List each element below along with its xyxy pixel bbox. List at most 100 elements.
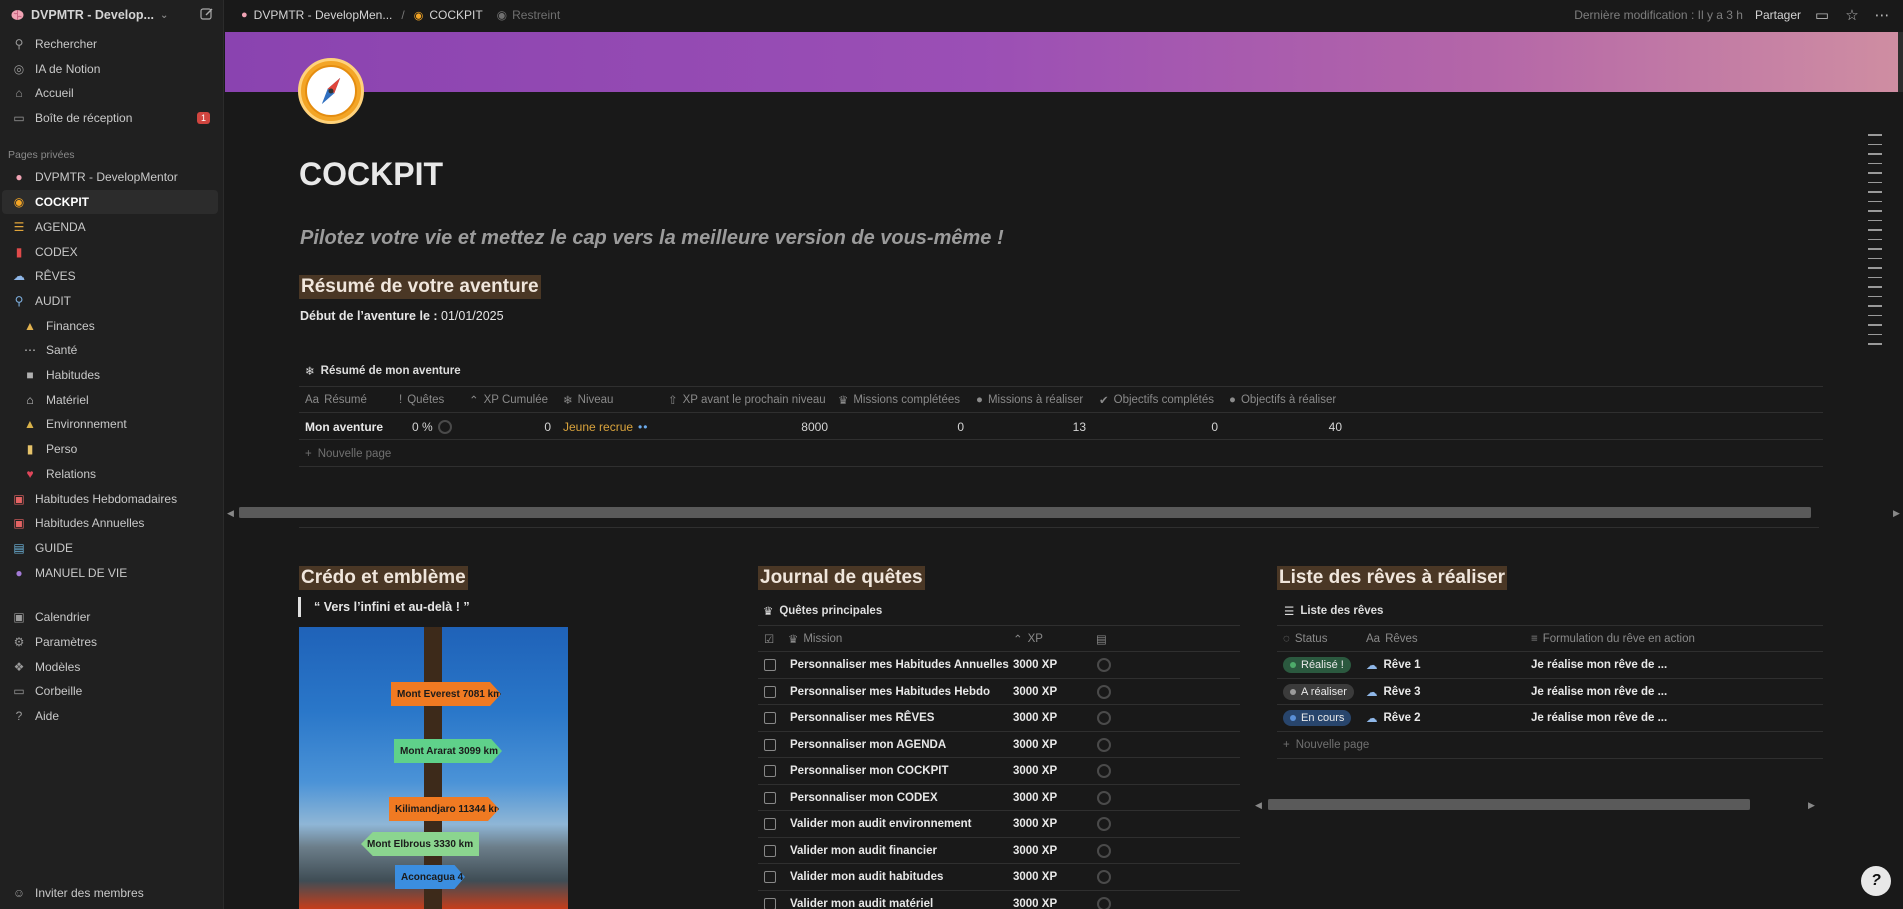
sidebar-item-habitudes-hebdo[interactable]: ▣ Habitudes Hebdomadaires (2, 487, 218, 511)
new-page-button[interactable]: + Nouvelle page (305, 440, 465, 467)
page-title[interactable]: COCKPIT (299, 156, 443, 193)
column-header[interactable]: ! Quêtes (399, 386, 469, 413)
quest-checkbox[interactable] (764, 679, 784, 705)
sidebar-item-perso[interactable]: ▮ Perso (2, 437, 218, 461)
status-badge[interactable]: En cours (1283, 710, 1352, 726)
dreams-horizontal-scrollbar[interactable] (1268, 799, 1750, 810)
checkbox[interactable] (764, 791, 776, 804)
quest-checkbox[interactable] (764, 732, 784, 758)
sidebar-item-calendar[interactable]: ▣ Calendrier (2, 605, 218, 629)
credo-heading[interactable]: Crédo et emblème (299, 566, 468, 590)
quest-checkbox[interactable] (764, 891, 784, 909)
table-row[interactable]: Réalisé ! ☁ Rêve 1 Je réalise mon rêve de .… (1277, 652, 1823, 679)
breadcrumb-cockpit[interactable]: ◉ COCKPIT (414, 8, 483, 22)
column-header[interactable]: ≡ Formulation du rêve en action (1531, 625, 1731, 652)
column-header[interactable]: ❄ Niveau (563, 386, 663, 413)
table-row[interactable]: Personnaliser mes RÊVES 3000 XP (758, 705, 1240, 732)
dreams-heading[interactable]: Liste des rêves à réaliser (1277, 566, 1508, 590)
dream-name[interactable]: ☁ Rêve 2 (1366, 705, 1506, 731)
new-page-row[interactable]: + Nouvelle page (1277, 732, 1823, 759)
quest-mission[interactable]: Personnaliser mon CODEX (790, 785, 1010, 811)
status-badge[interactable]: A réaliser (1283, 683, 1354, 700)
help-button[interactable]: ? (1861, 866, 1891, 896)
table-row[interactable]: Valider mon audit financier 3000 XP (758, 838, 1240, 864)
compass-icon[interactable] (298, 58, 364, 124)
restricted-indicator[interactable]: ◉ Restreint (497, 8, 561, 22)
sidebar-item-templates[interactable]: ❖ Modèles (2, 655, 218, 679)
new-page-row[interactable]: + Nouvelle page (299, 440, 1823, 467)
table-row[interactable]: Personnaliser mon CODEX 3000 XP (758, 785, 1240, 811)
invite-members-button[interactable]: ☺ Inviter des membres (2, 881, 218, 905)
sidebar-item-trash[interactable]: ▭ Corbeille (2, 679, 218, 703)
checkbox-column-header[interactable]: ☑ (764, 625, 784, 652)
quest-checkbox[interactable] (764, 811, 784, 837)
table-of-contents-indicator[interactable] (1868, 134, 1882, 353)
sidebar-item-manuel[interactable]: ● MANUEL DE VIE (2, 561, 218, 585)
share-button[interactable]: Partager (1755, 8, 1801, 22)
column-header[interactable]: ⇧ XP avant le prochain niveau (668, 386, 838, 413)
status-cell[interactable]: Réalisé ! (1283, 652, 1363, 678)
sidebar-item-audit[interactable]: ⚲ AUDIT (2, 289, 218, 313)
checkbox[interactable] (764, 738, 776, 751)
credo-quote[interactable]: “ Vers l’infini et au-delà ! ” (298, 597, 470, 617)
scroll-right-icon[interactable]: ▶ (1893, 508, 1900, 519)
column-header[interactable]: Aa Rêves (1366, 625, 1506, 652)
dreams-db-title[interactable]: ☰ Liste des rêves (1284, 604, 1383, 618)
sidebar-item-settings[interactable]: ⚙ Paramètres (2, 630, 218, 654)
status-cell[interactable]: En cours (1283, 705, 1363, 731)
row-name[interactable]: Mon aventure (305, 413, 395, 440)
sidebar-item-help[interactable]: ? Aide (2, 704, 218, 728)
checkbox[interactable] (764, 765, 776, 777)
sidebar-item-sante[interactable]: ⋯ Santé (2, 338, 218, 362)
checkbox[interactable] (764, 897, 776, 909)
sidebar-item-habitudes[interactable]: ■ Habitudes (2, 363, 218, 387)
comment-icon[interactable]: ▭ (1813, 6, 1831, 24)
column-header[interactable]: ♛ Missions complétées (838, 386, 968, 413)
signpost-image[interactable]: Mont Everest 7081 km Mont Ararat 3099 km… (299, 627, 568, 909)
quest-checkbox[interactable] (764, 864, 784, 890)
sidebar-item-dvpmtr[interactable]: ● DVPMTR - DevelopMentor (2, 165, 218, 189)
table-row[interactable]: Personnaliser mon AGENDA 3000 XP (758, 732, 1240, 758)
quest-mission[interactable]: Personnaliser mes RÊVES (790, 705, 1010, 731)
chevron-down-icon[interactable]: ⌄ (160, 10, 168, 21)
status-cell[interactable]: A réaliser (1283, 679, 1363, 705)
quest-mission[interactable]: Personnaliser mon AGENDA (790, 732, 1010, 758)
summary-db-title[interactable]: ❄ Résumé de mon aventure (305, 364, 461, 378)
quests-heading[interactable]: Journal de quêtes (758, 566, 925, 590)
quest-mission[interactable]: Personnaliser mes Habitudes Hebdo (790, 679, 1010, 705)
table-row[interactable]: A réaliser ☁ Rêve 3 Je réalise mon rêve de … (1277, 679, 1823, 705)
page-subtitle[interactable]: Pilotez votre vie et mettez le cap vers … (300, 227, 1004, 250)
workspace-switcher[interactable]: DVPMTR - Develop... ⌄ (0, 0, 224, 30)
sidebar-item-agenda[interactable]: ☰ AGENDA (2, 215, 218, 239)
status-badge[interactable]: Réalisé ! (1283, 657, 1351, 673)
quest-checkbox[interactable] (764, 785, 784, 811)
breadcrumb-workspace[interactable]: ● DVPMTR - DevelopMen... (241, 8, 392, 22)
column-header[interactable]: ▤ (1096, 625, 1126, 652)
table-row[interactable]: Valider mon audit habitudes 3000 XP (758, 864, 1240, 891)
summary-horizontal-scrollbar[interactable] (239, 507, 1811, 518)
quest-mission[interactable]: Valider mon audit financier (790, 838, 1010, 864)
quest-mission[interactable]: Personnaliser mes Habitudes Annuelles (790, 652, 1010, 678)
quest-checkbox[interactable] (764, 838, 784, 864)
scrollbar-thumb[interactable] (1268, 799, 1750, 810)
checkbox[interactable] (764, 712, 776, 724)
column-header[interactable]: ⌃ XP Cumulée (469, 386, 569, 413)
scroll-left-icon[interactable]: ◀ (227, 508, 234, 519)
sidebar-item-codex[interactable]: ▮ CODEX (2, 240, 218, 264)
table-row[interactable]: En cours ☁ Rêve 2 Je réalise mon rêve de ..… (1277, 705, 1823, 732)
table-row[interactable]: Personnaliser mon COCKPIT 3000 XP (758, 758, 1240, 785)
sidebar-item-guide[interactable]: ▤ GUIDE (2, 536, 218, 560)
sidebar-item-inbox[interactable]: ▭ Boîte de réception 1 (2, 106, 218, 130)
table-row[interactable]: Personnaliser mes Habitudes Annuelles 300… (758, 652, 1240, 679)
summary-heading[interactable]: Résumé de votre aventure (299, 275, 541, 299)
sidebar-item-relations[interactable]: ♥ Relations (2, 462, 218, 486)
table-row[interactable]: Mon aventure 0 % 0 Jeune recrue •• 8000 0… (299, 413, 1823, 440)
more-icon[interactable]: ⋯ (1873, 6, 1891, 24)
sidebar-item-reves[interactable]: ☁ RÊVES (2, 264, 218, 288)
column-header[interactable]: Aa Résumé (305, 386, 395, 413)
sidebar-item-search[interactable]: ⚲ Rechercher (2, 32, 218, 56)
column-header[interactable]: ✔ Objectifs complétés (1099, 386, 1229, 413)
sidebar-item-finances[interactable]: ▲ Finances (2, 314, 218, 338)
star-icon[interactable]: ☆ (1843, 6, 1861, 24)
column-header[interactable]: ● Objectifs à réaliser (1229, 386, 1359, 413)
